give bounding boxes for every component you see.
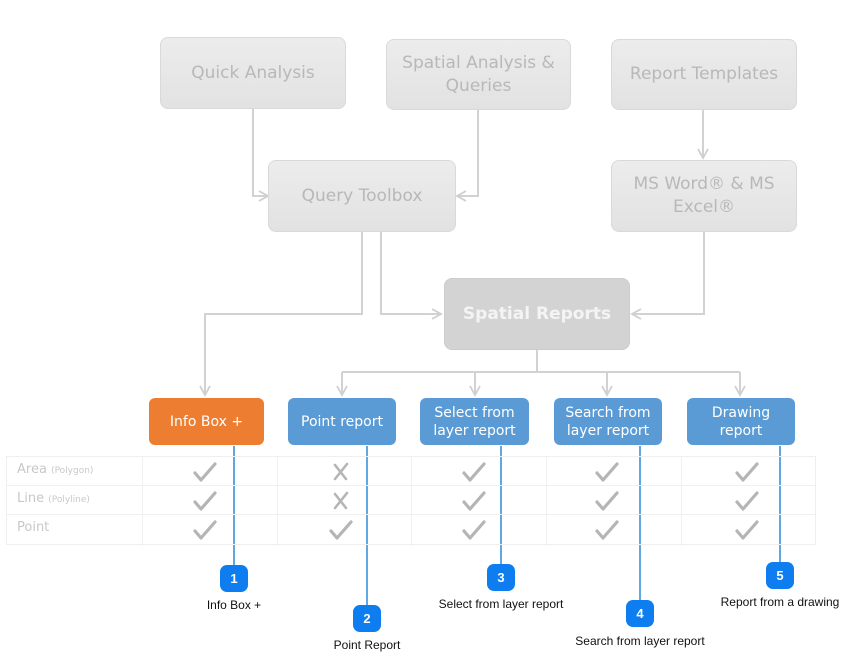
check-icon xyxy=(462,519,486,540)
quick-analysis-label: Quick Analysis xyxy=(191,62,315,83)
check-icon xyxy=(595,490,619,511)
support-cell xyxy=(190,515,220,544)
callout-badge-3: 3 xyxy=(487,564,515,591)
callout-caption-1: Info Box + xyxy=(206,598,262,612)
connector-ms-to-spatial xyxy=(630,232,705,320)
check-icon xyxy=(735,519,759,540)
point-report-label: Point report xyxy=(301,413,383,430)
support-cell xyxy=(190,457,220,486)
info-box-plus-box: Info Box + xyxy=(149,398,264,445)
support-cell xyxy=(592,486,622,515)
check-icon xyxy=(329,519,353,540)
support-cell xyxy=(732,457,762,486)
query-toolbox-label: Query Toolbox xyxy=(301,185,423,206)
support-cell xyxy=(190,486,220,515)
check-icon xyxy=(595,461,619,482)
table-row-point: Point xyxy=(7,515,815,544)
connector-spatial-to-toolbox xyxy=(455,110,479,202)
select-from-layer-report-box: Select from layer report xyxy=(420,398,529,445)
spatial-reports-box: Spatial Reports xyxy=(444,278,630,350)
callout-badge-5: 5 xyxy=(766,562,794,589)
ms-office-label: MS Word® & MS Excel® xyxy=(633,174,775,217)
report-templates-box: Report Templates xyxy=(611,39,797,110)
callout-badge-2: 2 xyxy=(353,605,381,632)
support-cell xyxy=(326,515,356,544)
row-label: Area (Polygon) xyxy=(17,462,94,477)
connector-quick-to-toolbox xyxy=(252,109,270,202)
cross-icon xyxy=(333,462,349,480)
info-box-plus-label: Info Box + xyxy=(169,413,244,430)
check-icon xyxy=(193,519,217,540)
callout-badge-4: 4 xyxy=(626,600,654,627)
point-report-box: Point report xyxy=(288,398,396,445)
connector-toolbox-to-infobox xyxy=(199,232,363,397)
support-cell xyxy=(326,457,356,486)
callout-badge-1: 1 xyxy=(220,565,248,592)
spatial-reports-label: Spatial Reports xyxy=(462,303,612,324)
check-icon xyxy=(735,461,759,482)
check-icon xyxy=(735,490,759,511)
drawing-report-label: Drawing report xyxy=(711,404,771,439)
callout-caption-4: Search from layer report xyxy=(575,634,705,648)
support-cell xyxy=(732,515,762,544)
drawing-report-box: Drawing report xyxy=(687,398,795,445)
quick-analysis-box: Quick Analysis xyxy=(160,37,346,109)
check-icon xyxy=(462,461,486,482)
connector-toolbox-to-spatial xyxy=(380,232,443,320)
check-icon xyxy=(193,490,217,511)
callout-caption-2: Point Report xyxy=(333,638,401,652)
support-cell xyxy=(592,515,622,544)
support-cell xyxy=(732,486,762,515)
query-toolbox-box: Query Toolbox xyxy=(268,160,456,232)
check-icon xyxy=(462,490,486,511)
callout-caption-5: Report from a drawing xyxy=(720,595,840,609)
support-cell xyxy=(326,486,356,515)
row-label: Line (Polyline) xyxy=(17,491,90,506)
geometry-support-table: Area (Polygon) Line (Polyline) Point xyxy=(6,456,816,546)
support-cell xyxy=(459,486,489,515)
select-from-layer-report-label: Select from layer report xyxy=(433,404,516,439)
cross-icon xyxy=(333,491,349,509)
callout-caption-3: Select from layer report xyxy=(438,597,564,611)
spatial-analysis-label: Spatial Analysis & Queries xyxy=(402,52,555,96)
support-cell xyxy=(459,457,489,486)
ms-office-box: MS Word® & MS Excel® xyxy=(611,160,797,232)
table-row-area: Area (Polygon) xyxy=(7,457,815,486)
spatial-analysis-box: Spatial Analysis & Queries xyxy=(386,39,571,110)
row-label: Point xyxy=(17,520,50,535)
report-templates-label: Report Templates xyxy=(629,64,779,84)
support-cell xyxy=(592,457,622,486)
support-cell xyxy=(459,515,489,544)
check-icon xyxy=(193,461,217,482)
search-from-layer-report-box: Search from layer report xyxy=(554,398,662,445)
table-row-line: Line (Polyline) xyxy=(7,486,815,515)
search-from-layer-report-label: Search from layer report xyxy=(565,404,651,439)
check-icon xyxy=(595,519,619,540)
